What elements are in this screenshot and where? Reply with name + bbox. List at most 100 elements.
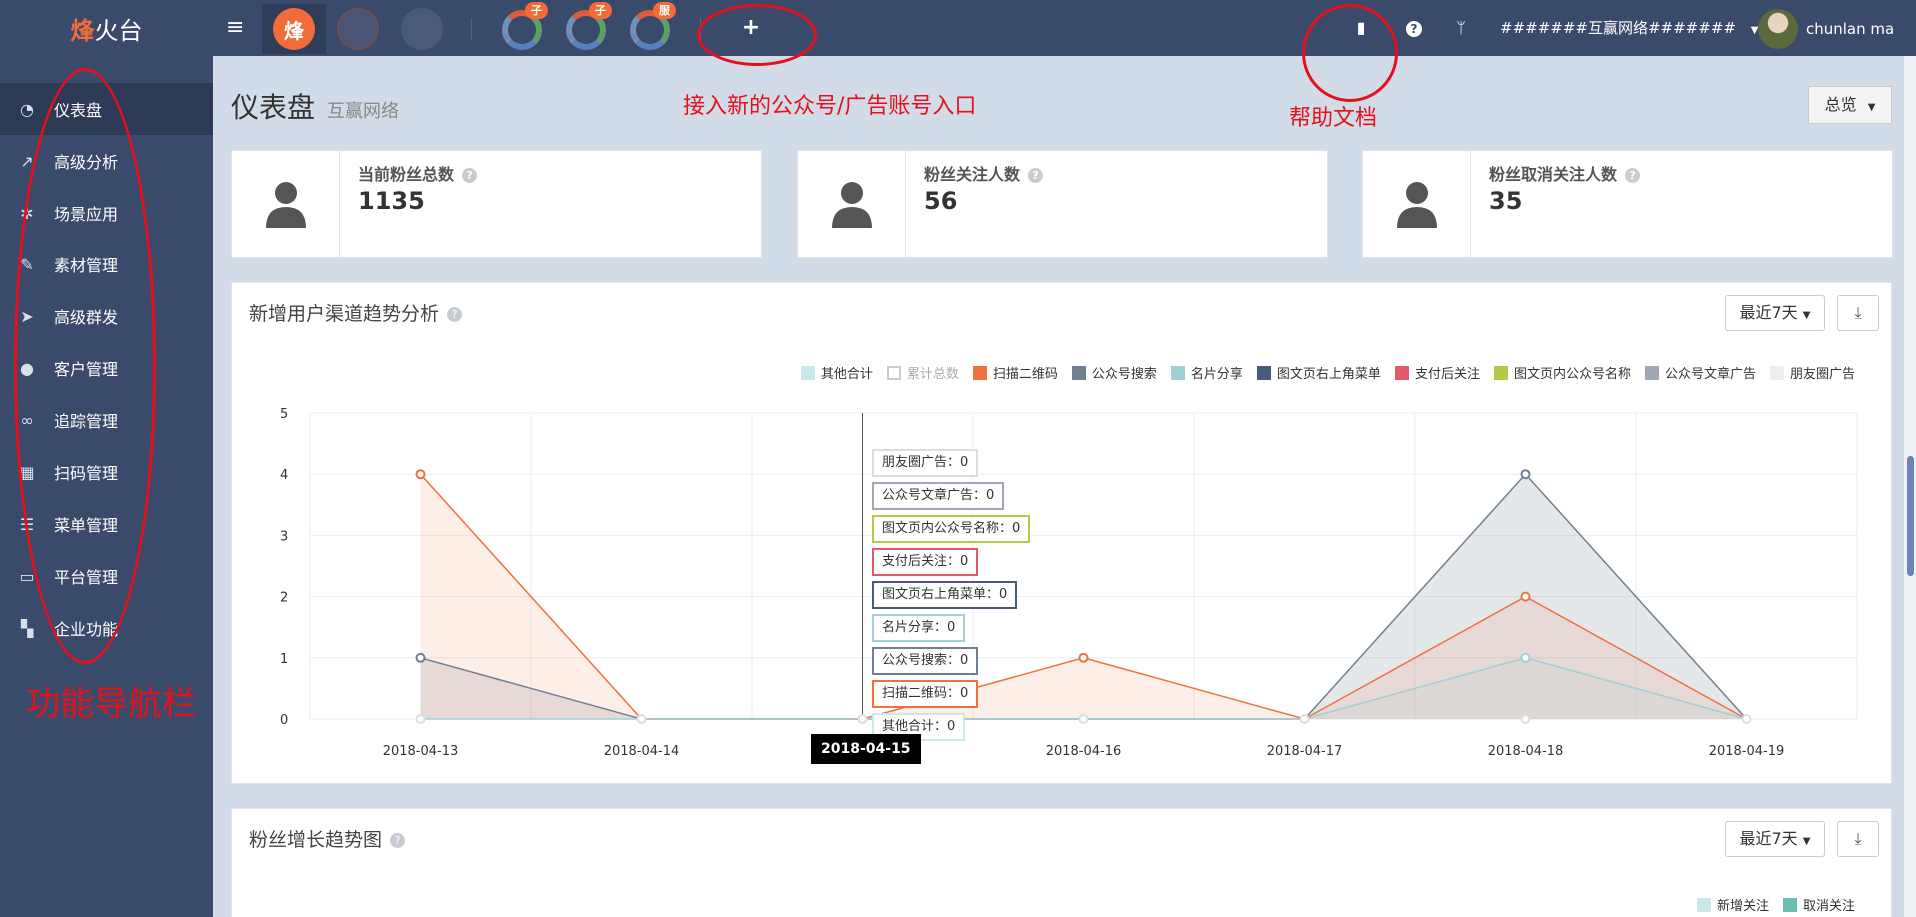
user-icon — [798, 151, 906, 257]
tooltip-row: 公众号文章广告：0 — [872, 482, 1005, 510]
fans-growth-panel: 粉丝增长趋势图? 最近7天 ▼ ⤓ 新增关注 取消关注 — [231, 808, 1892, 917]
screen-app-icon — [337, 8, 379, 50]
legend-label: 新增关注 — [1716, 899, 1769, 914]
question-circle-icon[interactable]: ? — [1625, 168, 1641, 183]
x-tick-label: 2018-04-14 — [604, 744, 680, 759]
user-menu[interactable]: chunlan ma — [1758, 9, 1894, 49]
trend-chart: 0123452018-04-132018-04-142018-04-152018… — [280, 407, 1858, 759]
annotation-nav-bar: 功能导航栏 — [26, 684, 196, 724]
top-bar: 烽 火台 ≡ 烽 子 子 服 + ▮ ? ᛘ #######互赢网络######… — [0, 0, 1916, 56]
stat-card-total-fans: 当前粉丝总数? 1135 — [231, 150, 762, 258]
stat-label: 粉丝关注人数 — [924, 165, 1021, 184]
legend-label: 取消关注 — [1802, 899, 1855, 914]
download-icon: ⤓ — [1854, 829, 1862, 848]
tooltip-row: 名片分享：0 — [872, 614, 966, 642]
x-tick-label: 2018-04-19 — [1709, 744, 1785, 759]
legend-item[interactable]: 取消关注 — [1782, 895, 1855, 914]
growth-legend: 新增关注 取消关注 — [1696, 895, 1855, 914]
tooltip-date: 2018-04-15 — [811, 734, 921, 764]
app-switch-2[interactable] — [326, 4, 390, 54]
app-switch-fenghuotai[interactable]: 烽 — [262, 4, 326, 54]
annotation-circle-nav — [14, 68, 156, 664]
question-circle-icon[interactable]: ? — [390, 833, 406, 848]
tooltip-row: 朋友圈广告：0 — [872, 449, 979, 477]
y-tick-label: 5 — [280, 407, 288, 422]
stat-value: 35 — [1489, 187, 1523, 215]
channel-trend-panel: 新增用户渠道趋势分析? 最近7天 ▼ ⤓ 其他合计 累计总数 扫描二维码 公众号搜索名… — [231, 282, 1892, 784]
account-switch-1[interactable]: 子 — [500, 2, 548, 52]
legend-item[interactable]: 新增关注 — [1696, 895, 1769, 914]
page-subtitle: 互赢网络 — [327, 101, 399, 122]
y-tick-label: 2 — [280, 591, 288, 606]
tooltip-row: 扫描二维码：0 — [872, 680, 979, 708]
stat-value: 1135 — [358, 187, 425, 215]
account-badge: 子 — [525, 2, 548, 19]
account-switch-2[interactable]: 子 — [564, 2, 612, 52]
data-point — [1520, 469, 1531, 480]
download-button[interactable]: ⤓ — [1837, 821, 1879, 857]
annotation-circle-help — [1302, 4, 1398, 102]
tooltip-row: 图文页右上角菜单：0 — [872, 581, 1018, 609]
user-icon — [1363, 151, 1471, 257]
y-tick-label: 4 — [280, 468, 288, 483]
data-point — [1520, 652, 1531, 663]
org-name: #######互赢网络####### — [1500, 19, 1736, 37]
app-logo[interactable]: 烽 火台 — [0, 0, 213, 56]
data-point — [857, 714, 868, 724]
data-point — [415, 652, 426, 663]
account-badge: 服 — [653, 2, 676, 19]
range-label: 最近7天 — [1739, 829, 1798, 848]
data-point — [636, 714, 647, 724]
grid-icon: ▚ — [20, 618, 34, 638]
account-switch-3[interactable]: 服 — [628, 2, 676, 52]
stat-value: 56 — [924, 187, 958, 215]
overview-label: 总览 — [1824, 95, 1857, 114]
data-point — [1520, 714, 1531, 724]
annotation-help-doc: 帮助文档 — [1289, 106, 1378, 131]
page-scrollbar[interactable] — [1904, 56, 1916, 917]
caret-down-icon: ▼ — [1867, 102, 1876, 113]
data-point — [1520, 591, 1531, 602]
x-tick-label: 2018-04-18 — [1488, 744, 1564, 759]
tooltip-row: 图文页内公众号名称：0 — [872, 515, 1031, 543]
question-circle-icon[interactable]: ? — [462, 168, 478, 183]
data-point — [415, 714, 426, 724]
avatar — [1758, 9, 1798, 49]
legend-swatch — [1696, 897, 1711, 912]
tooltip-row: 公众号搜索：0 — [872, 647, 979, 675]
y-tick-label: 1 — [280, 652, 288, 667]
caret-down-icon: ▼ — [1802, 836, 1811, 847]
logo-text: 火台 — [94, 16, 143, 45]
user-icon — [232, 151, 340, 257]
data-point — [415, 469, 426, 480]
divider — [471, 18, 472, 40]
account-badge: 子 — [589, 2, 612, 19]
stat-label: 粉丝取消关注人数 — [1489, 165, 1618, 184]
user-name: chunlan ma — [1806, 20, 1895, 38]
panel-title: 粉丝增长趋势图 — [249, 829, 383, 851]
annotation-circle-add — [697, 4, 817, 66]
range-dropdown[interactable]: 最近7天 ▼ — [1725, 821, 1825, 857]
x-tick-label: 2018-04-16 — [1046, 744, 1122, 759]
x-tick-label: 2018-04-13 — [383, 744, 459, 759]
scrollbar-thumb[interactable] — [1907, 456, 1914, 576]
app-switch-3[interactable] — [390, 4, 454, 54]
logo-fire: 烽 — [70, 16, 95, 45]
menu-toggle-icon[interactable]: ≡ — [226, 14, 248, 42]
question-circle-icon[interactable]: ? — [1402, 16, 1426, 40]
x-tick-label: 2018-04-17 — [1267, 744, 1343, 759]
page-title: 仪表盘 — [231, 91, 316, 124]
overview-dropdown[interactable]: 总览 ▼ — [1808, 86, 1892, 124]
data-point — [1299, 714, 1310, 724]
data-point — [1078, 652, 1089, 663]
org-selector[interactable]: #######互赢网络####### ▼ — [1500, 17, 1758, 38]
stat-card-follows: 粉丝关注人数? 56 — [797, 150, 1328, 258]
annotation-new-account: 接入新的公众号/广告账号入口 — [683, 94, 977, 119]
data-point — [1078, 714, 1089, 724]
question-circle-icon[interactable]: ? — [1028, 168, 1044, 183]
code-fork-icon[interactable]: ᛘ — [1449, 16, 1473, 40]
stat-label: 当前粉丝总数 — [358, 165, 455, 184]
stat-card-unfollows: 粉丝取消关注人数? 35 — [1362, 150, 1893, 258]
y-tick-label: 0 — [280, 713, 288, 728]
y-tick-label: 3 — [280, 529, 288, 544]
